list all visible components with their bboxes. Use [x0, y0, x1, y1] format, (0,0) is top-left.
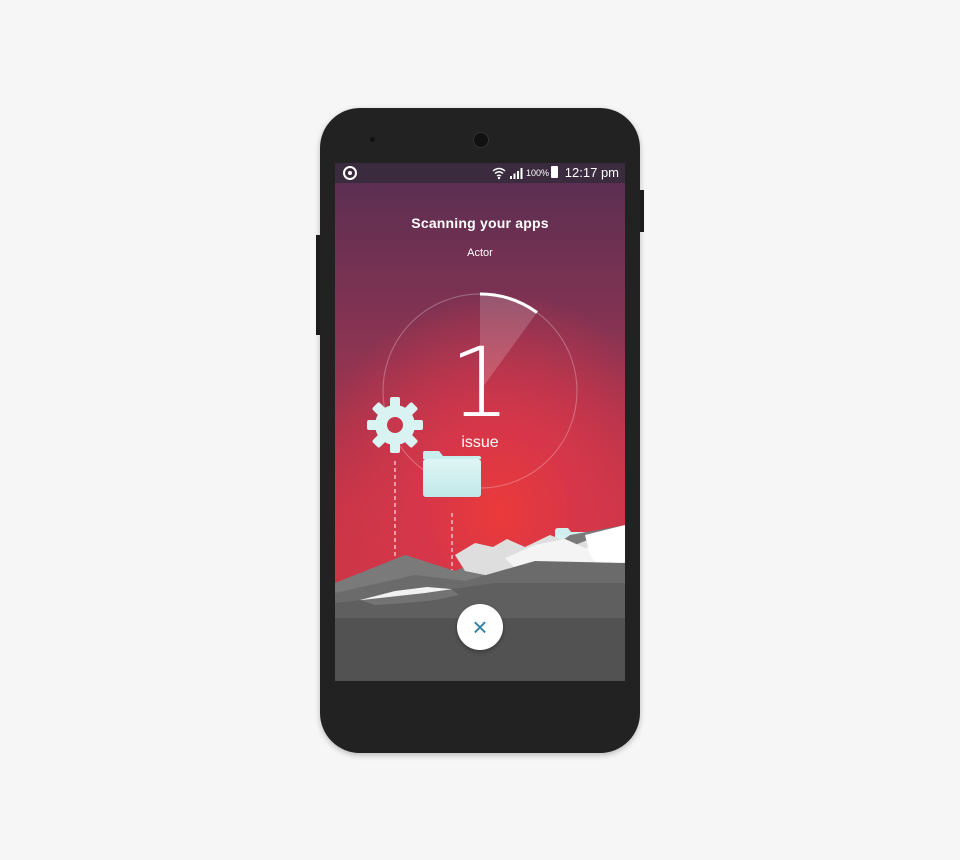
- screen: 100% 12:17 pm Scanning your apps Actor 1…: [335, 163, 625, 681]
- earpiece: [473, 132, 489, 148]
- issue-count: 1: [449, 327, 511, 439]
- scan-title: Scanning your apps: [411, 215, 549, 231]
- volume-button: [316, 235, 320, 335]
- scanning-app-name: Actor: [467, 247, 493, 259]
- front-sensor: [370, 137, 375, 142]
- folder-icon: [423, 451, 481, 497]
- cancel-scan-button[interactable]: ×: [457, 604, 503, 650]
- close-icon: ×: [472, 612, 488, 642]
- power-button: [640, 190, 644, 232]
- issue-label: issue: [461, 434, 499, 451]
